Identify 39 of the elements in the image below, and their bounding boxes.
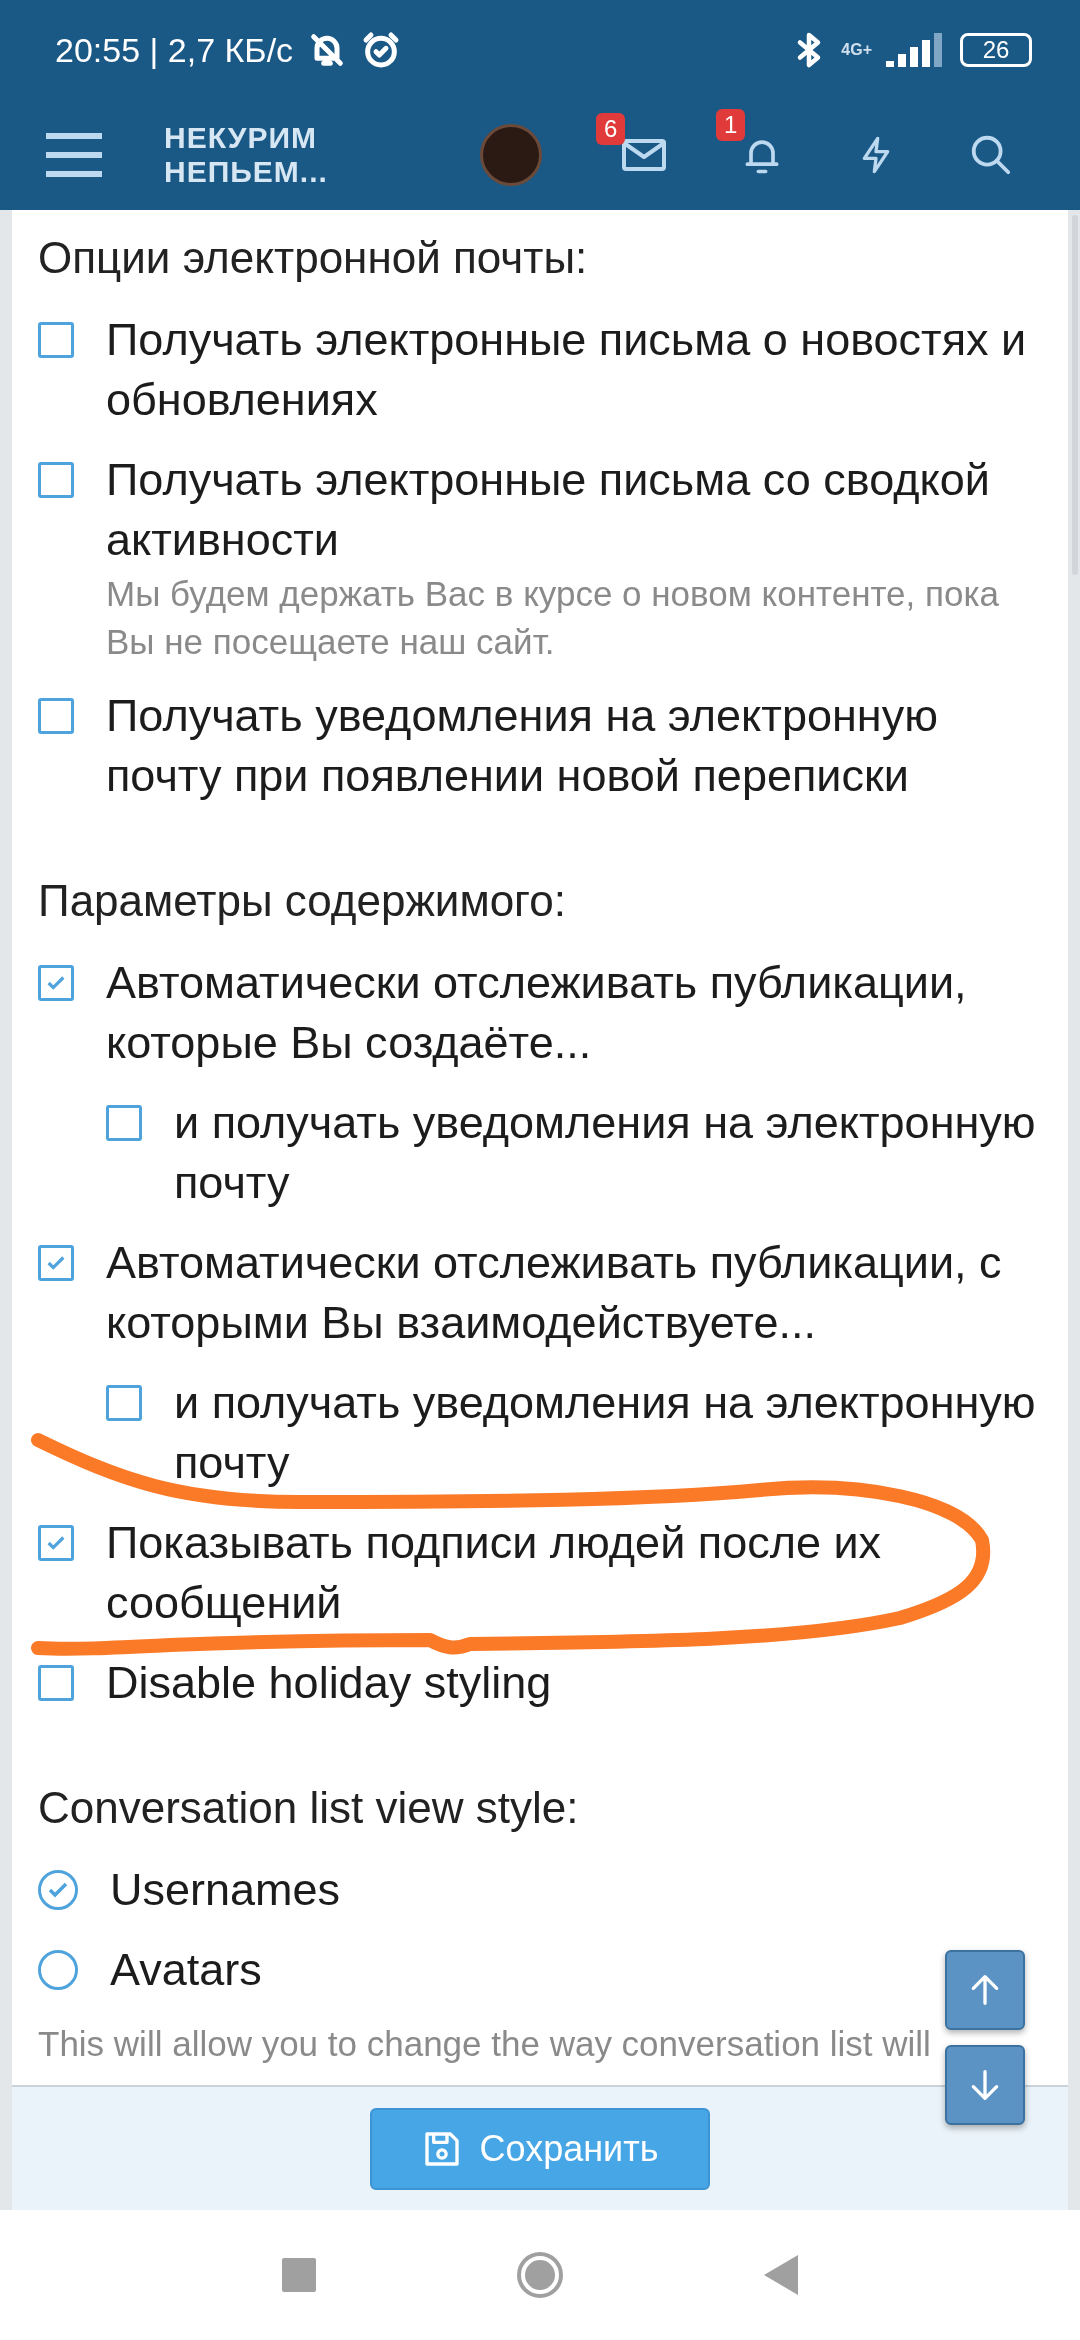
status-time: 20:55 | 2,7 КБ/с <box>55 30 294 70</box>
option-label: Avatars <box>110 1943 262 1997</box>
checkbox[interactable] <box>38 1245 74 1281</box>
back-icon[interactable] <box>764 2255 798 2295</box>
option-label: Получать электронные письма о новостях и обновлениях <box>106 313 1028 427</box>
battery-indicator: 26 <box>960 33 1032 67</box>
option-label: и получать уведомления на электронную почту <box>174 1376 1037 1490</box>
option-label: Usernames <box>110 1863 341 1917</box>
menu-icon[interactable] <box>44 132 104 178</box>
count-badge: 1 <box>716 109 746 141</box>
hint-text: Мы будем держать Вас в курсе о новом контенте, пока Вы не посещаете наш сайт. <box>106 573 1000 663</box>
checkbox[interactable] <box>38 1665 74 1701</box>
option-label: Получать уведомления на электронную почту при появлении новой переписки <box>106 689 939 803</box>
section-title: Conversation list view style: <box>38 1782 580 1834</box>
radio-button[interactable] <box>38 1870 78 1910</box>
checkbox[interactable] <box>106 1385 142 1421</box>
radio-button[interactable] <box>38 1950 78 1990</box>
option-label: Показывать подписи людей после их сообщений <box>106 1516 883 1630</box>
option-label: Disable holiday styling <box>106 1656 552 1710</box>
home-icon[interactable] <box>516 2251 564 2299</box>
checkbox[interactable] <box>38 698 74 734</box>
option-label: Автоматически отслеживать публикации, с которыми Вы взаимодействуете... <box>106 1236 1003 1350</box>
checkbox[interactable] <box>38 1525 74 1561</box>
count-badge: 6 <box>596 113 626 145</box>
hint-text: This will allow you to change the way conversation list will <box>38 2023 932 2065</box>
checkbox[interactable] <box>38 965 74 1001</box>
scroll-down-button[interactable] <box>945 2045 1025 2125</box>
checkbox[interactable] <box>38 462 74 498</box>
section-title: Опции электронной почты: <box>38 232 589 284</box>
scroll-up-button[interactable] <box>945 1950 1025 2030</box>
site-logo-text[interactable]: НЕКУРИМ <box>164 121 328 155</box>
checkbox[interactable] <box>38 322 74 358</box>
option-label: и получать уведомления на электронную почту <box>174 1096 1037 1210</box>
section-title: Параметры содержимого: <box>38 875 567 927</box>
option-label: Автоматически отслеживать публикации, которые Вы создаёте... <box>106 956 968 1070</box>
checkbox[interactable] <box>106 1105 142 1141</box>
option-label: Получать электронные письма со сводкой активности <box>106 453 991 567</box>
network-type: 4G+ <box>841 41 872 59</box>
site-logo-text[interactable]: НЕПЬЕМ... <box>164 155 328 189</box>
